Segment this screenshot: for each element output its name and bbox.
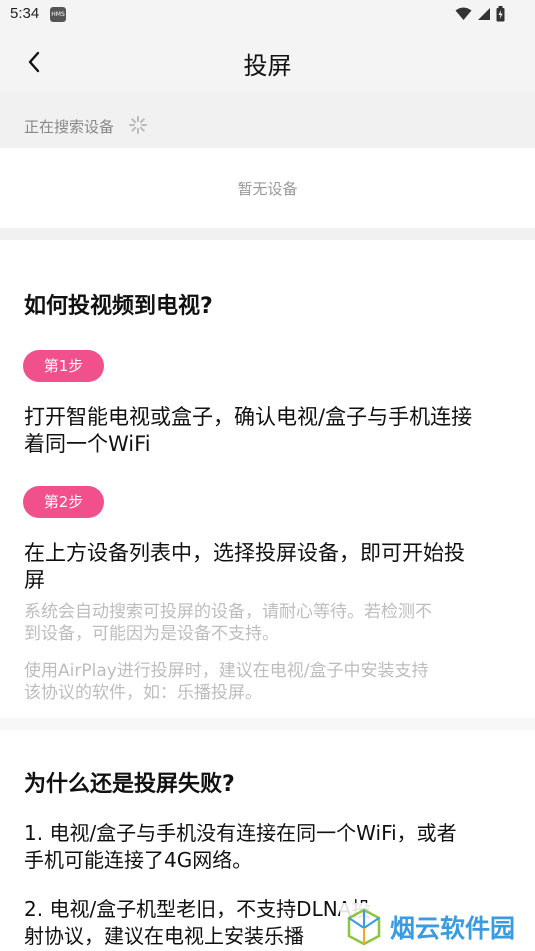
loading-spinner-icon: [129, 116, 147, 134]
device-list: 暂无设备: [0, 148, 535, 228]
search-note-line-1: 系统会自动搜索可投屏的设备，请耐心等待。若检测不: [24, 602, 432, 622]
search-status-row: 正在搜索设备: [0, 92, 535, 148]
how-to-card: 如何投视频到电视? 第1步 打开智能电视或盒子，确认电视/盒子与手机连接 着同一…: [0, 240, 535, 718]
search-note: 系统会自动搜索可投屏的设备，请耐心等待。若检测不 到设备，可能因为是设备不支持。: [24, 601, 509, 645]
hms-icon: HMS: [50, 7, 66, 22]
airplay-note: 使用AirPlay进行投屏时，建议在电视/盒子中安装支持 该协议的软件，如：乐播…: [24, 660, 509, 704]
airplay-note-line-1: 使用AirPlay进行投屏时，建议在电视/盒子中安装支持: [24, 661, 429, 681]
step-1-badge: 第1步: [23, 350, 104, 382]
watermark-text: 烟云软件园: [390, 914, 516, 943]
battery-icon: [496, 6, 505, 22]
app-header: 投屏: [0, 30, 535, 92]
watermark: 烟云软件园: [340, 903, 535, 951]
step-1-text: 打开智能电视或盒子，确认电视/盒子与手机连接 着同一个WiFi: [24, 404, 524, 458]
status-time: 5:34: [10, 5, 40, 22]
how-to-heading: 如何投视频到电视?: [24, 294, 213, 319]
section-divider: [0, 228, 535, 240]
section-divider-2: [0, 718, 535, 730]
search-status-text: 正在搜索设备: [24, 118, 115, 136]
signal-icon: [478, 8, 490, 20]
step-1-line-2: 着同一个WiFi: [24, 432, 151, 456]
reason-1-line-1: 1. 电视/盒子与手机没有连接在同一个WiFi，或者: [24, 821, 457, 845]
cube-logo-icon: [347, 908, 381, 946]
wifi-icon: [455, 7, 472, 20]
reason-1: 1. 电视/盒子与手机没有连接在同一个WiFi，或者 手机可能连接了4G网络。: [24, 820, 524, 874]
step-1-line-1: 打开智能电视或盒子，确认电视/盒子与手机连接: [24, 405, 473, 429]
empty-device-text: 暂无设备: [237, 180, 298, 198]
page-title: 投屏: [243, 52, 292, 80]
step-2-text: 在上方设备列表中，选择投屏设备，即可开始投 屏: [24, 540, 524, 594]
reason-1-line-2: 手机可能连接了4G网络。: [24, 848, 253, 872]
status-icons: [455, 6, 505, 22]
search-note-line-2: 到设备，可能因为是设备不支持。: [24, 624, 279, 644]
step-2-badge: 第2步: [23, 486, 104, 518]
step-2-line-1: 在上方设备列表中，选择投屏设备，即可开始投: [24, 541, 465, 565]
airplay-note-line-2: 该协议的软件，如：乐播投屏。: [24, 683, 262, 703]
step-2-line-2: 屏: [24, 568, 45, 592]
status-bar: 5:34 HMS: [0, 0, 535, 30]
faq-heading: 为什么还是投屏失败?: [24, 772, 235, 797]
